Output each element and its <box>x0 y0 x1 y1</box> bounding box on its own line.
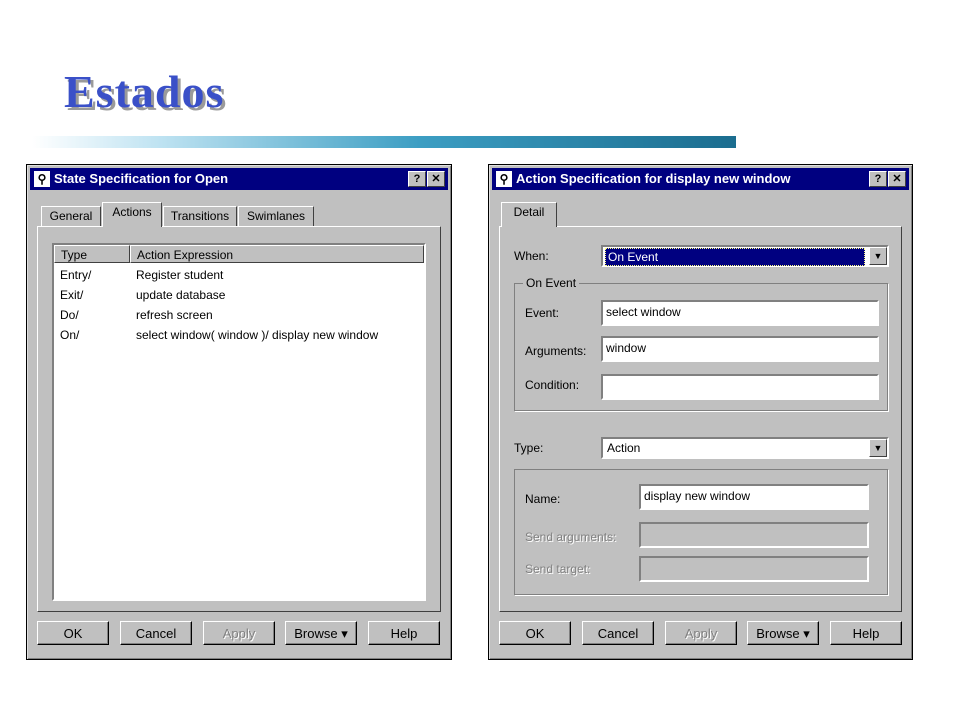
tab-transitions[interactable]: Transitions <box>163 206 237 227</box>
cancel-button[interactable]: Cancel <box>582 621 654 645</box>
tab-general[interactable]: General <box>41 206 101 227</box>
action-type: Exit/ <box>60 288 84 302</box>
on-event-group-label: On Event <box>523 276 580 290</box>
list-item[interactable]: On/ select window( window )/ display new… <box>58 325 418 345</box>
tab-actions[interactable]: Actions <box>102 202 162 227</box>
column-header-type[interactable]: Type <box>54 245 130 263</box>
ok-button[interactable]: OK <box>37 621 109 645</box>
app-icon: ⚲ <box>496 171 512 187</box>
chevron-down-icon[interactable]: ▼ <box>869 247 887 265</box>
actions-list[interactable]: Type Action Expression Entry/ Register s… <box>52 243 426 601</box>
tab-swimlanes[interactable]: Swimlanes <box>238 206 314 227</box>
name-field[interactable]: display new window <box>639 484 869 510</box>
arguments-label: Arguments: <box>525 344 587 358</box>
close-icon[interactable]: ✕ <box>888 171 906 187</box>
slide-title: Estados <box>64 66 225 117</box>
help-icon[interactable]: ? <box>869 171 887 187</box>
action-specification-dialog: ⚲ Action Specification for display new w… <box>488 164 913 660</box>
column-header-action-expression[interactable]: Action Expression <box>130 245 424 263</box>
on-event-group: On Event Event: select window Arguments:… <box>514 276 888 411</box>
apply-button[interactable]: Apply <box>665 621 737 645</box>
type-select[interactable]: Action ▼ <box>601 437 889 459</box>
type-selected-value: Action <box>607 441 641 455</box>
send-arguments-label: Send arguments: <box>525 530 617 544</box>
action-details-group: Name: display new window Send arguments:… <box>514 469 888 595</box>
action-expression: refresh screen <box>136 308 213 322</box>
name-label: Name: <box>525 492 561 506</box>
tab-panel: Type Action Expression Entry/ Register s… <box>37 226 441 612</box>
help-button[interactable]: Help <box>830 621 902 645</box>
chevron-down-icon[interactable]: ▼ <box>869 439 887 457</box>
action-expression: update database <box>136 288 226 302</box>
when-selected-value: On Event <box>605 248 865 266</box>
event-field[interactable]: select window <box>601 300 879 326</box>
send-target-label: Send target: <box>525 562 591 576</box>
send-arguments-field[interactable] <box>639 522 869 548</box>
close-icon[interactable]: ✕ <box>427 171 445 187</box>
action-expression: select window( window )/ display new win… <box>136 328 379 342</box>
app-icon: ⚲ <box>34 171 50 187</box>
state-specification-dialog: ⚲ State Specification for Open ? ✕ Gener… <box>26 164 452 660</box>
send-target-field[interactable] <box>639 556 869 582</box>
tab-detail[interactable]: Detail <box>501 202 557 227</box>
condition-field[interactable] <box>601 374 879 400</box>
action-expression: Register student <box>136 268 224 282</box>
window-title: Action Specification for display new win… <box>516 171 791 186</box>
tab-panel: When: On Event ▼ On Event Event: select … <box>499 226 902 612</box>
when-label: When: <box>514 249 549 263</box>
action-type: Entry/ <box>60 268 92 282</box>
help-icon[interactable]: ? <box>408 171 426 187</box>
when-select[interactable]: On Event ▼ <box>601 245 889 267</box>
title-underline-bar <box>32 136 736 148</box>
condition-label: Condition: <box>525 378 580 392</box>
browse-button[interactable]: Browse ▾ <box>285 621 357 645</box>
title-bar[interactable]: ⚲ Action Specification for display new w… <box>492 168 909 190</box>
list-item[interactable]: Entry/ Register student <box>58 265 418 285</box>
action-type: Do/ <box>60 308 79 322</box>
title-bar[interactable]: ⚲ State Specification for Open ? ✕ <box>30 168 448 190</box>
event-label: Event: <box>525 306 560 320</box>
action-type: On/ <box>60 328 80 342</box>
help-button[interactable]: Help <box>368 621 440 645</box>
ok-button[interactable]: OK <box>499 621 571 645</box>
type-label: Type: <box>514 441 544 455</box>
browse-button[interactable]: Browse ▾ <box>747 621 819 645</box>
apply-button[interactable]: Apply <box>203 621 275 645</box>
window-title: State Specification for Open <box>54 171 229 186</box>
cancel-button[interactable]: Cancel <box>120 621 192 645</box>
list-item[interactable]: Exit/ update database <box>58 285 418 305</box>
list-item[interactable]: Do/ refresh screen <box>58 305 418 325</box>
arguments-field[interactable]: window <box>601 336 879 362</box>
